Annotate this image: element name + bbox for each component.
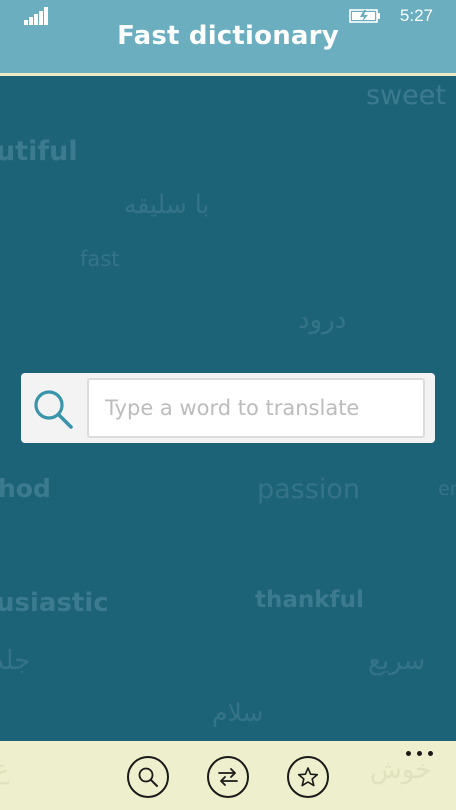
- search-icon[interactable]: [31, 387, 75, 431]
- background-word: fast: [80, 247, 120, 271]
- favorites-button[interactable]: [287, 756, 329, 798]
- background-word: sweet: [366, 80, 446, 111]
- background-word: thankful: [255, 587, 364, 613]
- search-box: [21, 373, 435, 443]
- app-bar: خوش ع: [0, 741, 456, 810]
- background-word: درود: [298, 305, 347, 335]
- search-button[interactable]: [127, 756, 169, 798]
- more-options-icon[interactable]: [406, 749, 434, 757]
- background-word: hod: [0, 474, 51, 503]
- background-word: سریع: [368, 646, 426, 676]
- swap-icon: [218, 768, 238, 786]
- background-word: جلد: [0, 646, 31, 676]
- search-input[interactable]: [87, 378, 425, 438]
- title-bar: 5:27 Fast dictionary: [0, 0, 456, 73]
- swap-languages-button[interactable]: [207, 756, 249, 798]
- background-word: سلام: [212, 698, 264, 727]
- background-word: خوش: [370, 755, 432, 785]
- background-word: ع: [0, 755, 10, 785]
- page-title: Fast dictionary: [117, 21, 339, 51]
- background-word: en: [438, 478, 456, 500]
- background-word: passion: [257, 474, 360, 505]
- header-divider: [0, 73, 456, 76]
- search-icon: [138, 767, 158, 787]
- background-word: utiful: [0, 136, 78, 167]
- background-word: usiastic: [0, 588, 109, 618]
- background-word: با سلیقه: [124, 190, 210, 219]
- star-icon: [297, 767, 319, 787]
